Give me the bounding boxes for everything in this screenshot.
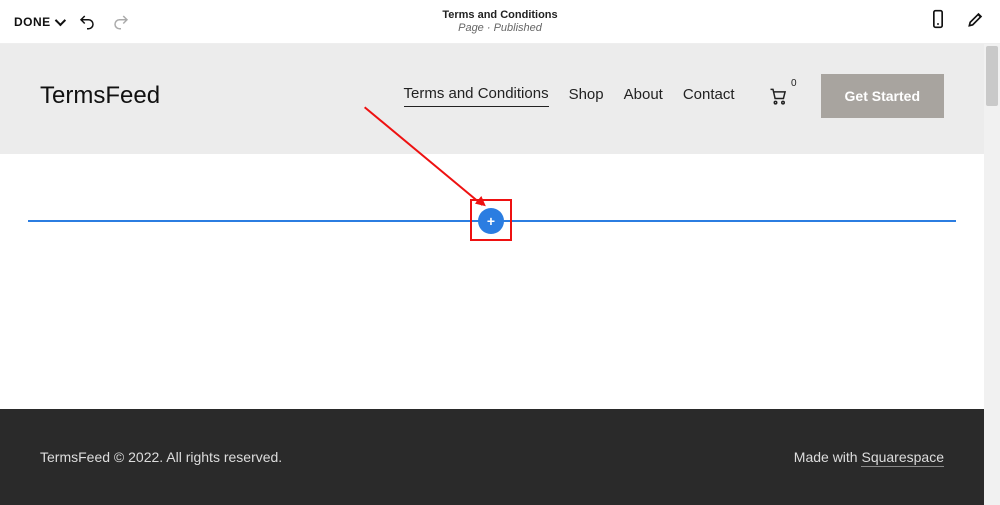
device-preview-button[interactable] xyxy=(928,9,948,34)
get-started-button[interactable]: Get Started xyxy=(821,74,944,118)
footer-squarespace-link[interactable]: Squarespace xyxy=(861,449,944,467)
editor-page-title: Terms and Conditions xyxy=(442,9,557,21)
footer-made-with: Made with Squarespace xyxy=(794,449,944,465)
editor-canvas: TermsFeed Terms and Conditions Shop Abou… xyxy=(0,44,1000,505)
editor-top-bar-right xyxy=(928,9,986,34)
editor-page-status: Page · Published xyxy=(442,22,557,34)
chevron-down-icon xyxy=(54,14,65,25)
nav-link-terms[interactable]: Terms and Conditions xyxy=(404,85,549,107)
mobile-icon xyxy=(928,9,948,29)
redo-button[interactable] xyxy=(111,12,131,32)
editor-top-bar: DONE Terms and Conditions Page · Publish… xyxy=(0,0,1000,44)
done-button[interactable]: DONE xyxy=(14,15,63,29)
site-footer: TermsFeed © 2022. All rights reserved. M… xyxy=(0,409,984,505)
vertical-scrollbar[interactable] xyxy=(984,44,1000,505)
undo-icon xyxy=(78,13,96,31)
cart-count-badge: 0 xyxy=(791,78,797,89)
nav-link-about[interactable]: About xyxy=(624,86,663,107)
annotation-arrow-head xyxy=(475,196,489,210)
nav-link-shop[interactable]: Shop xyxy=(569,86,604,107)
redo-icon xyxy=(112,13,130,31)
done-button-label: DONE xyxy=(14,15,51,29)
add-section-button[interactable]: + xyxy=(480,210,502,232)
editor-page-info: Terms and Conditions Page · Published xyxy=(442,9,557,34)
cart-button[interactable]: 0 xyxy=(767,86,789,106)
paintbrush-icon xyxy=(966,9,986,29)
scrollbar-thumb[interactable] xyxy=(986,46,998,106)
cart-icon xyxy=(767,86,789,106)
site-header: TermsFeed Terms and Conditions Shop Abou… xyxy=(0,44,984,154)
site-nav: Terms and Conditions Shop About Contact … xyxy=(404,74,945,118)
undo-button[interactable] xyxy=(77,12,97,32)
site-logo[interactable]: TermsFeed xyxy=(40,82,160,110)
editor-top-bar-left: DONE xyxy=(14,12,131,32)
nav-link-contact[interactable]: Contact xyxy=(683,86,735,107)
style-editor-button[interactable] xyxy=(966,9,986,34)
site-body[interactable]: + xyxy=(0,154,984,409)
footer-made-with-prefix: Made with xyxy=(794,449,862,465)
footer-copyright: TermsFeed © 2022. All rights reserved. xyxy=(40,449,282,465)
site-preview: TermsFeed Terms and Conditions Shop Abou… xyxy=(0,44,984,505)
